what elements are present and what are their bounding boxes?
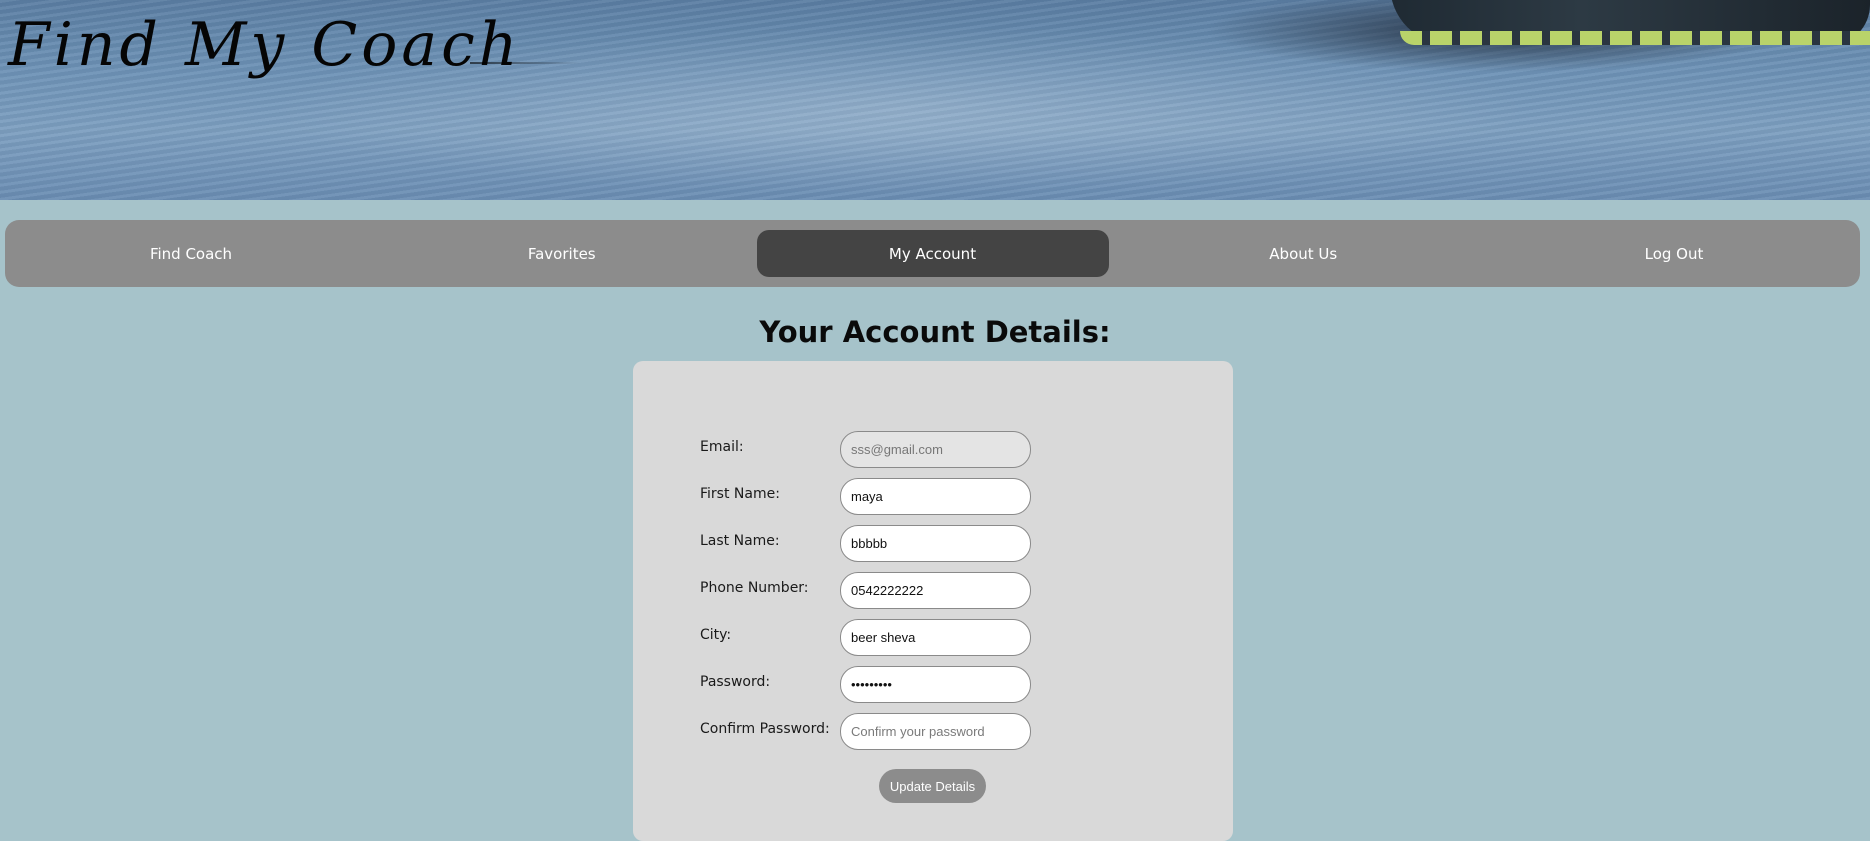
password-label: Password: — [700, 674, 771, 690]
shoe-image — [1390, 0, 1870, 45]
email-row: Email: — [700, 431, 1100, 468]
nav-favorites[interactable]: Favorites — [386, 230, 738, 277]
first-name-row: First Name: — [700, 478, 1100, 515]
confirm-password-row: Confirm Password: — [700, 713, 1100, 750]
phone-field[interactable] — [840, 572, 1031, 609]
header-banner: Find My Coach — [0, 0, 1870, 200]
confirm-password-field[interactable] — [840, 713, 1031, 750]
main-navbar: Find Coach Favorites My Account About Us… — [5, 220, 1860, 287]
nav-log-out[interactable]: Log Out — [1498, 230, 1850, 277]
confirm-password-label: Confirm Password: — [700, 721, 830, 737]
account-details-form: Email: First Name: Last Name: Phone Numb… — [633, 361, 1233, 841]
city-label: City: — [700, 627, 732, 643]
last-name-row: Last Name: — [700, 525, 1100, 562]
nav-about-us[interactable]: About Us — [1127, 230, 1479, 277]
phone-row: Phone Number: — [700, 572, 1100, 609]
password-row: Password: — [700, 666, 1100, 703]
update-details-button[interactable]: Update Details — [879, 769, 986, 803]
title-underline-stroke — [470, 62, 580, 64]
email-field[interactable] — [840, 431, 1031, 468]
first-name-field[interactable] — [840, 478, 1031, 515]
site-title: Find My Coach — [8, 10, 522, 80]
phone-label: Phone Number: — [700, 580, 809, 596]
city-field[interactable] — [840, 619, 1031, 656]
last-name-label: Last Name: — [700, 533, 780, 549]
shoe-sole — [1400, 31, 1870, 45]
page-heading: Your Account Details: — [759, 315, 1111, 349]
nav-my-account[interactable]: My Account — [756, 230, 1109, 277]
email-label: Email: — [700, 439, 744, 455]
nav-find-coach[interactable]: Find Coach — [15, 230, 367, 277]
password-field[interactable] — [840, 666, 1031, 703]
last-name-field[interactable] — [840, 525, 1031, 562]
first-name-label: First Name: — [700, 486, 780, 502]
city-row: City: — [700, 619, 1100, 656]
